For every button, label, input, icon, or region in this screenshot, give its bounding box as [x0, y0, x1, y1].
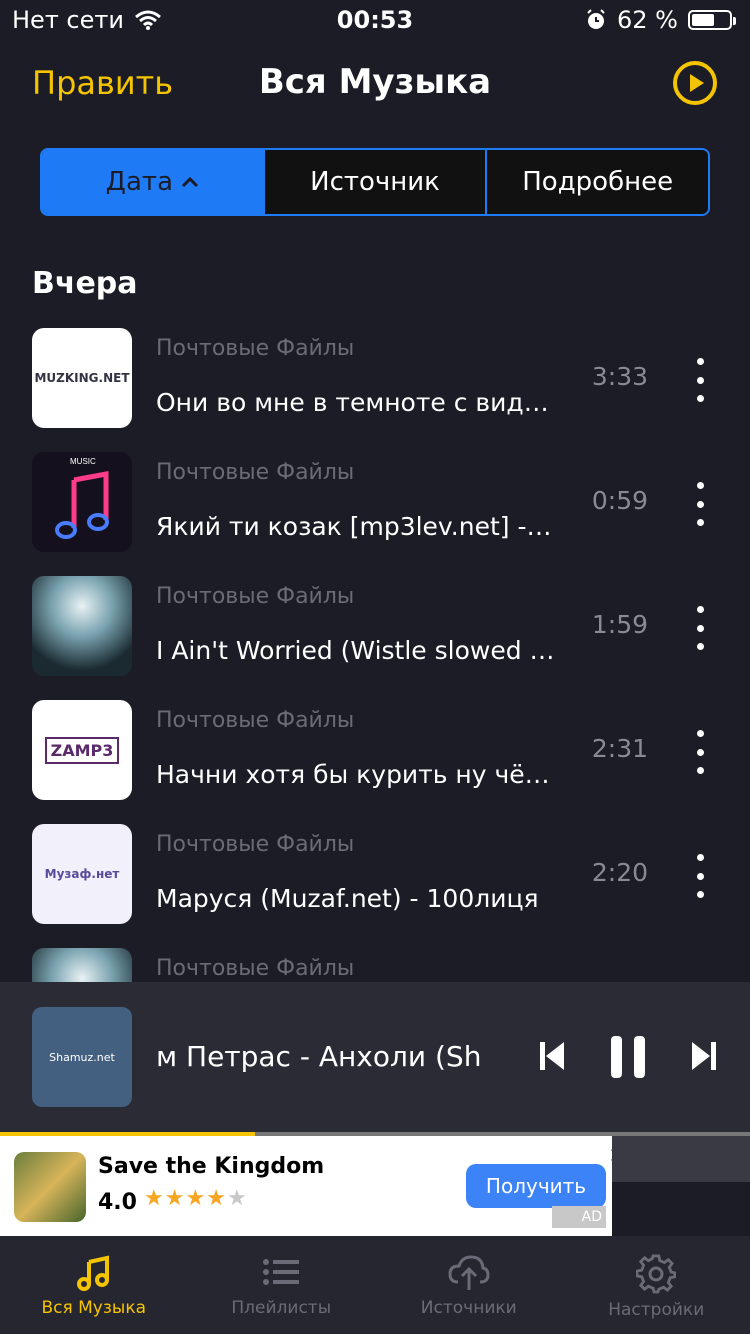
page-title: Вся Музыка: [258, 62, 492, 102]
alarm-icon: [587, 9, 605, 29]
more-options-icon[interactable]: [688, 730, 712, 774]
tab-bar: Вся Музыка Плейлисты Источники Настройки: [0, 1236, 750, 1334]
tab-label: Источники: [420, 1298, 517, 1318]
status-right: 62 %: [585, 6, 736, 34]
track-row[interactable]: ZAMP3 Почтовые Файлы Начни хотя бы курит…: [0, 694, 750, 818]
segment-source[interactable]: Источник: [264, 150, 488, 214]
mini-player[interactable]: Shamuz.net м Петрас - Анхоли (Sh: [0, 982, 750, 1132]
svg-text:MUSIC: MUSIC: [70, 457, 96, 466]
track-duration: 2:20: [591, 858, 648, 887]
track-duration: 0:59: [591, 486, 648, 515]
more-options-icon[interactable]: [688, 606, 712, 650]
segment-date[interactable]: Дата: [42, 150, 265, 214]
more-options-icon[interactable]: [688, 854, 712, 898]
track-source: Почтовые Файлы: [156, 584, 355, 609]
battery-percent: 62 %: [617, 6, 678, 34]
music-note-artwork-icon: MUSIC: [55, 457, 109, 539]
tab-settings[interactable]: Настройки: [563, 1236, 750, 1334]
star-icon: ★: [206, 1186, 227, 1211]
track-artwork: MUSIC: [32, 452, 132, 552]
ad-rating: 4.0: [98, 1190, 137, 1215]
track-title: Начни хотя бы курить ну чё т…: [156, 760, 556, 789]
list-icon: [263, 1259, 300, 1285]
artwork-label: MUZKING.NET: [34, 371, 130, 385]
cloud-upload-icon: [448, 1255, 490, 1290]
tab-label: Настройки: [608, 1300, 705, 1320]
track-artwork: [32, 576, 132, 676]
status-bar: Нет сети 00:53 62 %: [0, 0, 750, 44]
section-title: Вчера: [32, 266, 138, 301]
track-title: Они во мне в темноте с виду…: [156, 388, 556, 417]
chevron-up-icon: [181, 176, 199, 188]
track-artwork: ZAMP3: [32, 700, 132, 800]
track-list: MUZKING.NET Почтовые Файлы Они во мне в …: [0, 322, 750, 982]
segment-date-label: Дата: [105, 167, 173, 197]
segment-details[interactable]: Подробнее: [487, 150, 708, 214]
star-icon: ★: [164, 1186, 186, 1211]
ad-side-area: [612, 1136, 750, 1236]
star-icon: ★: [185, 1186, 207, 1211]
ad-app-icon: [14, 1152, 86, 1222]
track-source: Почтовые Файлы: [156, 708, 355, 733]
track-row[interactable]: Почтовые Файлы I Ain't Worried (Wistle s…: [0, 570, 750, 694]
track-row[interactable]: Почтовые Файлы: [0, 942, 750, 982]
gear-icon: [636, 1254, 677, 1294]
player-track-title: м Петрас - Анхоли (Sh: [156, 1040, 482, 1073]
ad-banner[interactable]: Save the Kingdom 4.0 ★★★★★ Получить ✕ AD: [0, 1136, 626, 1236]
player-artwork: Shamuz.net: [32, 1007, 132, 1107]
track-duration: 2:31: [591, 734, 648, 763]
track-artwork: MUZKING.NET: [32, 328, 132, 428]
track-source: Почтовые Файлы: [156, 956, 355, 981]
sort-segmented-control: Дата Источник Подробнее: [40, 148, 710, 216]
pause-icon[interactable]: [608, 1034, 648, 1080]
track-source: Почтовые Файлы: [156, 832, 355, 857]
tab-label: Вся Музыка: [41, 1298, 146, 1318]
battery-level: [692, 14, 715, 26]
track-title: I Ain't Worried (Wistle slowed r…: [156, 636, 556, 665]
ad-star-rating: ★★★★★: [144, 1186, 248, 1211]
artwork-label: Музаф.нет: [44, 867, 120, 881]
track-artwork: Музаф.нет: [32, 824, 132, 924]
track-title: Який ти козак [mp3lev.net] -…: [156, 512, 552, 541]
ad-get-button[interactable]: Получить: [466, 1164, 606, 1208]
track-duration: 1:59: [591, 610, 648, 639]
tab-label: Плейлисты: [231, 1298, 332, 1318]
play-circle-icon[interactable]: [672, 60, 718, 106]
ad-app-name: Save the Kingdom: [98, 1154, 325, 1179]
star-empty-icon: ★: [226, 1186, 248, 1211]
artwork-label: ZAMP3: [44, 736, 120, 764]
track-row[interactable]: Музаф.нет Почтовые Файлы Маруся (Muzaf.n…: [0, 818, 750, 942]
previous-track-icon[interactable]: [538, 1040, 566, 1072]
track-artwork: [32, 948, 132, 982]
next-track-icon[interactable]: [690, 1040, 718, 1072]
tab-sources[interactable]: Источники: [375, 1236, 563, 1334]
music-note-icon: [76, 1255, 109, 1291]
tab-all-music[interactable]: Вся Музыка: [0, 1236, 188, 1334]
star-icon: ★: [144, 1186, 165, 1211]
track-row[interactable]: MUZKING.NET Почтовые Файлы Они во мне в …: [0, 322, 750, 446]
ad-badge: AD: [552, 1206, 606, 1228]
track-source: Почтовые Файлы: [156, 460, 355, 485]
navigation-bar: Править Вся Музыка: [0, 50, 750, 120]
track-source: Почтовые Файлы: [156, 336, 355, 361]
more-options-icon[interactable]: [688, 482, 712, 526]
more-options-icon[interactable]: [688, 358, 712, 402]
track-duration: 3:33: [591, 362, 648, 391]
tab-playlists[interactable]: Плейлисты: [188, 1236, 376, 1334]
track-title: Маруся (Muzaf.net) - 100лиця: [156, 884, 539, 913]
battery-icon: [688, 10, 736, 30]
track-row[interactable]: MUSIC Почтовые Файлы Який ти козак [mp3l…: [0, 446, 750, 570]
